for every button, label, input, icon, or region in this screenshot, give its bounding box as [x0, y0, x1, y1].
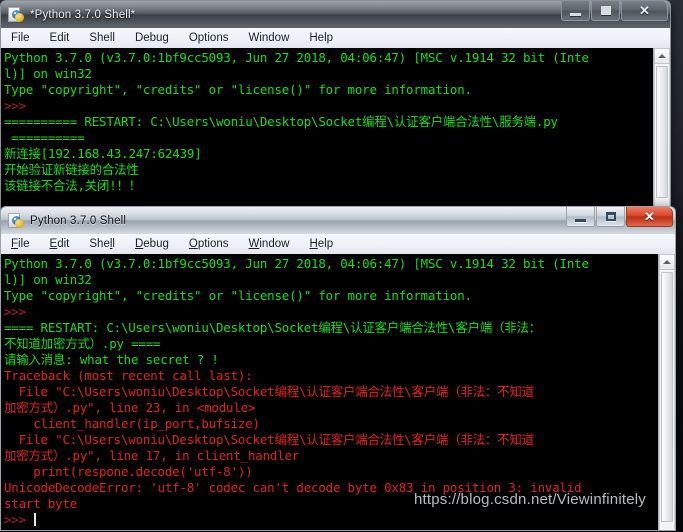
maximize-button[interactable] [596, 207, 625, 227]
scroll-up-arrow-icon[interactable] [654, 48, 670, 64]
window-controls-client: ✕ [565, 207, 673, 229]
screen: Chrome b... 迅雷影音 新建文件夹 QQ音乐 QQ浏览... [0, 0, 683, 532]
shell-error-line: File "C:\Users\woniu\Desktop\Socket编程\认证… [4, 432, 534, 447]
python-file-icon [8, 6, 24, 23]
shell-line: 新连接[192.168.43.247:62439] [4, 146, 202, 161]
shell-prompt: >>> [4, 512, 658, 528]
shell-error-line: 加密方式）.py", line 17, in client_handler [4, 448, 300, 463]
shell-line: ========== RESTART: C:\Users\woniu\Deskt… [4, 114, 558, 129]
shell-line: 不知道加密方式）.py ==== [4, 336, 161, 351]
titlebar-client-shell[interactable]: Python 3.7.0 Shell ✕ [0, 206, 676, 234]
blog-watermark: https://blog.csdn.net/Viewinfinitely [413, 491, 646, 508]
shell-prompt: >>> [4, 304, 34, 319]
menu-window[interactable]: Window [247, 31, 290, 45]
shell-line: ========== [4, 130, 85, 145]
menu-window[interactable]: Window [248, 237, 291, 251]
window-client-shell[interactable]: Python 3.7.0 Shell ✕ File Edit Shell Deb… [0, 206, 676, 532]
menu-file[interactable]: File [10, 237, 31, 251]
maximize-button[interactable] [591, 1, 620, 21]
shell-line: 请输入消息: what the secret ? ! [4, 352, 219, 367]
shell-error-line: Traceback (most recent call last): [4, 368, 253, 383]
menu-options[interactable]: Options [188, 31, 230, 45]
vertical-scrollbar-server[interactable] [653, 48, 670, 211]
shell-output-server[interactable]: Python 3.7.0 (v3.7.0:1bf9cc5093, Jun 27 … [1, 48, 653, 211]
minimize-button[interactable] [566, 207, 595, 227]
close-button[interactable]: ✕ [626, 207, 673, 227]
client-area-server-shell: Python 3.7.0 (v3.7.0:1bf9cc5093, Jun 27 … [0, 48, 671, 212]
scrollbar-track[interactable] [659, 270, 675, 530]
menu-debug[interactable]: Debug [134, 31, 170, 45]
menu-help[interactable]: Help [308, 31, 334, 45]
shell-line: Python 3.7.0 (v3.7.0:1bf9cc5093, Jun 27 … [4, 50, 589, 65]
python-file-icon [8, 212, 24, 229]
scrollbar-thumb[interactable] [656, 66, 668, 198]
window-server-shell[interactable]: *Python 3.7.0 Shell* ✕ File Edit Shell D… [0, 0, 671, 213]
menu-options[interactable]: Options [188, 237, 230, 251]
titlebar-server-shell[interactable]: *Python 3.7.0 Shell* ✕ [0, 0, 671, 28]
menu-file[interactable]: File [10, 31, 31, 45]
prompt-text: >>> [4, 512, 34, 527]
window-controls-server: ✕ [560, 1, 668, 23]
shell-error-line: 加密方式）.py", line 23, in <module> [4, 400, 256, 415]
shell-output-client[interactable]: Python 3.7.0 (v3.7.0:1bf9cc5093, Jun 27 … [1, 254, 658, 530]
shell-line: Python 3.7.0 (v3.7.0:1bf9cc5093, Jun 27 … [4, 256, 589, 271]
window-title: *Python 3.7.0 Shell* [30, 8, 136, 21]
vertical-scrollbar-client[interactable] [658, 254, 675, 530]
menu-edit[interactable]: Edit [49, 31, 71, 45]
close-button[interactable]: ✕ [621, 1, 668, 21]
shell-line: l)] on win32 [4, 66, 92, 81]
text-cursor [34, 513, 37, 526]
menu-edit[interactable]: Edit [49, 237, 71, 251]
client-area-client-shell: Python 3.7.0 (v3.7.0:1bf9cc5093, Jun 27 … [0, 254, 676, 531]
scrollbar-thumb[interactable] [661, 272, 673, 522]
menu-debug[interactable]: Debug [134, 237, 170, 251]
shell-prompt: >>> [4, 98, 34, 113]
menu-shell[interactable]: Shell [88, 31, 116, 45]
shell-error-line: print(respone.decode('utf-8')) [4, 464, 253, 479]
minimize-button[interactable] [561, 1, 590, 21]
scroll-up-arrow-icon[interactable] [659, 254, 675, 270]
shell-error-line: File "C:\Users\woniu\Desktop\Socket编程\认证… [4, 384, 534, 399]
shell-line: Type "copyright", "credits" or "license(… [4, 82, 472, 97]
menubar-server-shell[interactable]: File Edit Shell Debug Options Window Hel… [0, 28, 671, 48]
menu-help[interactable]: Help [308, 237, 334, 251]
scrollbar-track[interactable] [654, 64, 670, 211]
shell-line: 开始验证新链接的合法性 [4, 162, 139, 177]
shell-line: l)] on win32 [4, 272, 92, 287]
menubar-client-shell[interactable]: File Edit Shell Debug Options Window Hel… [0, 234, 676, 254]
shell-line: 该链接不合法,关闭!！！ [4, 178, 142, 193]
window-title: Python 3.7.0 Shell [30, 214, 127, 227]
shell-line: Type "copyright", "credits" or "license(… [4, 288, 472, 303]
menu-shell[interactable]: Shell [88, 237, 116, 251]
shell-error-line: client_handler(ip_port,bufsize) [4, 416, 260, 431]
shell-line: ==== RESTART: C:\Users\woniu\Desktop\Soc… [4, 320, 542, 335]
